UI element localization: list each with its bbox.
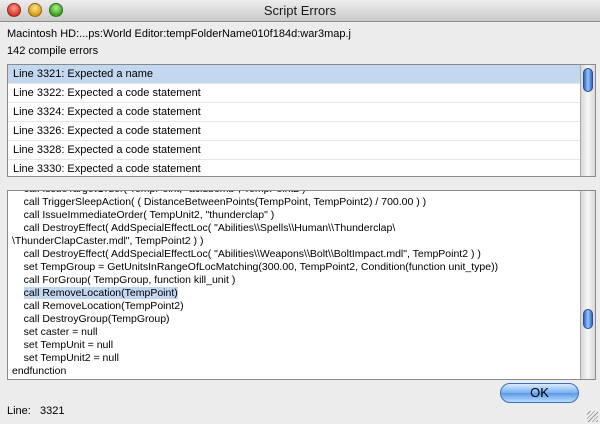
status-line-label: Line:	[7, 405, 31, 417]
code-lines: call IssueTargetOrder( TempPoint, "acidb…	[8, 191, 580, 378]
code-line: set TempGroup = GetUnitsInRangeOfLocMatc…	[12, 261, 499, 273]
error-row[interactable]: Line 3328: Expected a code statement	[8, 141, 595, 160]
code-line: call IssueImmediateOrder( TempUnit2, "th…	[12, 209, 275, 221]
code-view[interactable]: call IssueTargetOrder( TempPoint, "acidb…	[7, 190, 596, 380]
error-rows: Line 3321: Expected a name Line 3322: Exp…	[8, 65, 595, 176]
code-line: \ThunderClapCaster.mdl", TempPoint2 ) )	[12, 235, 204, 247]
error-count: 142 compile errors	[7, 45, 99, 57]
code-view-scroll-thumb[interactable]	[583, 309, 593, 329]
code-line: call DestroyEffect( AddSpecialEffectLoc(…	[12, 222, 396, 234]
status-bar: Line: 3321	[7, 405, 65, 417]
window-title: Script Errors	[263, 3, 337, 18]
error-row[interactable]: Line 3324: Expected a code statement	[8, 103, 595, 122]
ok-button[interactable]: OK	[500, 383, 579, 403]
error-row[interactable]: Line 3330: Expected a code statement	[8, 160, 595, 176]
code-line: call RemoveLocation(TempPoint2)	[12, 300, 184, 312]
code-line: set TempUnit2 = null	[12, 352, 119, 364]
resize-grip[interactable]	[587, 411, 598, 422]
code-line: call TriggerSleepAction( ( DistanceBetwe…	[12, 196, 427, 208]
status-line-value: 3321	[40, 405, 65, 417]
code-view-scrollbar[interactable]	[580, 191, 595, 379]
pane-splitter[interactable]	[0, 178, 600, 190]
file-path: Macintosh HD:...ps:World Editor:tempFold…	[7, 28, 352, 40]
code-line: call DestroyGroup(TempGroup)	[12, 313, 170, 325]
code-line: set caster = null	[12, 326, 98, 338]
highlighted-code: call RemoveLocation(TempPoint)	[23, 287, 178, 299]
error-list-scrollbar[interactable]	[580, 65, 595, 176]
title-bar[interactable]: Script Errors	[0, 0, 600, 22]
error-list-scroll-thumb[interactable]	[583, 68, 593, 92]
error-row[interactable]: Line 3326: Expected a code statement	[8, 122, 595, 141]
code-line: endfunction	[12, 365, 67, 377]
script-errors-window: Script Errors Macintosh HD:...ps:World E…	[0, 0, 600, 424]
code-line: set TempUnit = null	[12, 339, 114, 351]
code-line: call ForGroup( TempGroup, function kill_…	[12, 274, 236, 286]
error-list[interactable]: Line 3321: Expected a name Line 3322: Exp…	[7, 64, 596, 177]
error-row[interactable]: Line 3322: Expected a code statement	[8, 84, 595, 103]
code-line: call RemoveLocation(TempPoint)	[8, 287, 580, 300]
code-line: call DestroyEffect( AddSpecialEffectLoc(…	[12, 248, 481, 260]
error-row[interactable]: Line 3321: Expected a name	[8, 65, 595, 84]
